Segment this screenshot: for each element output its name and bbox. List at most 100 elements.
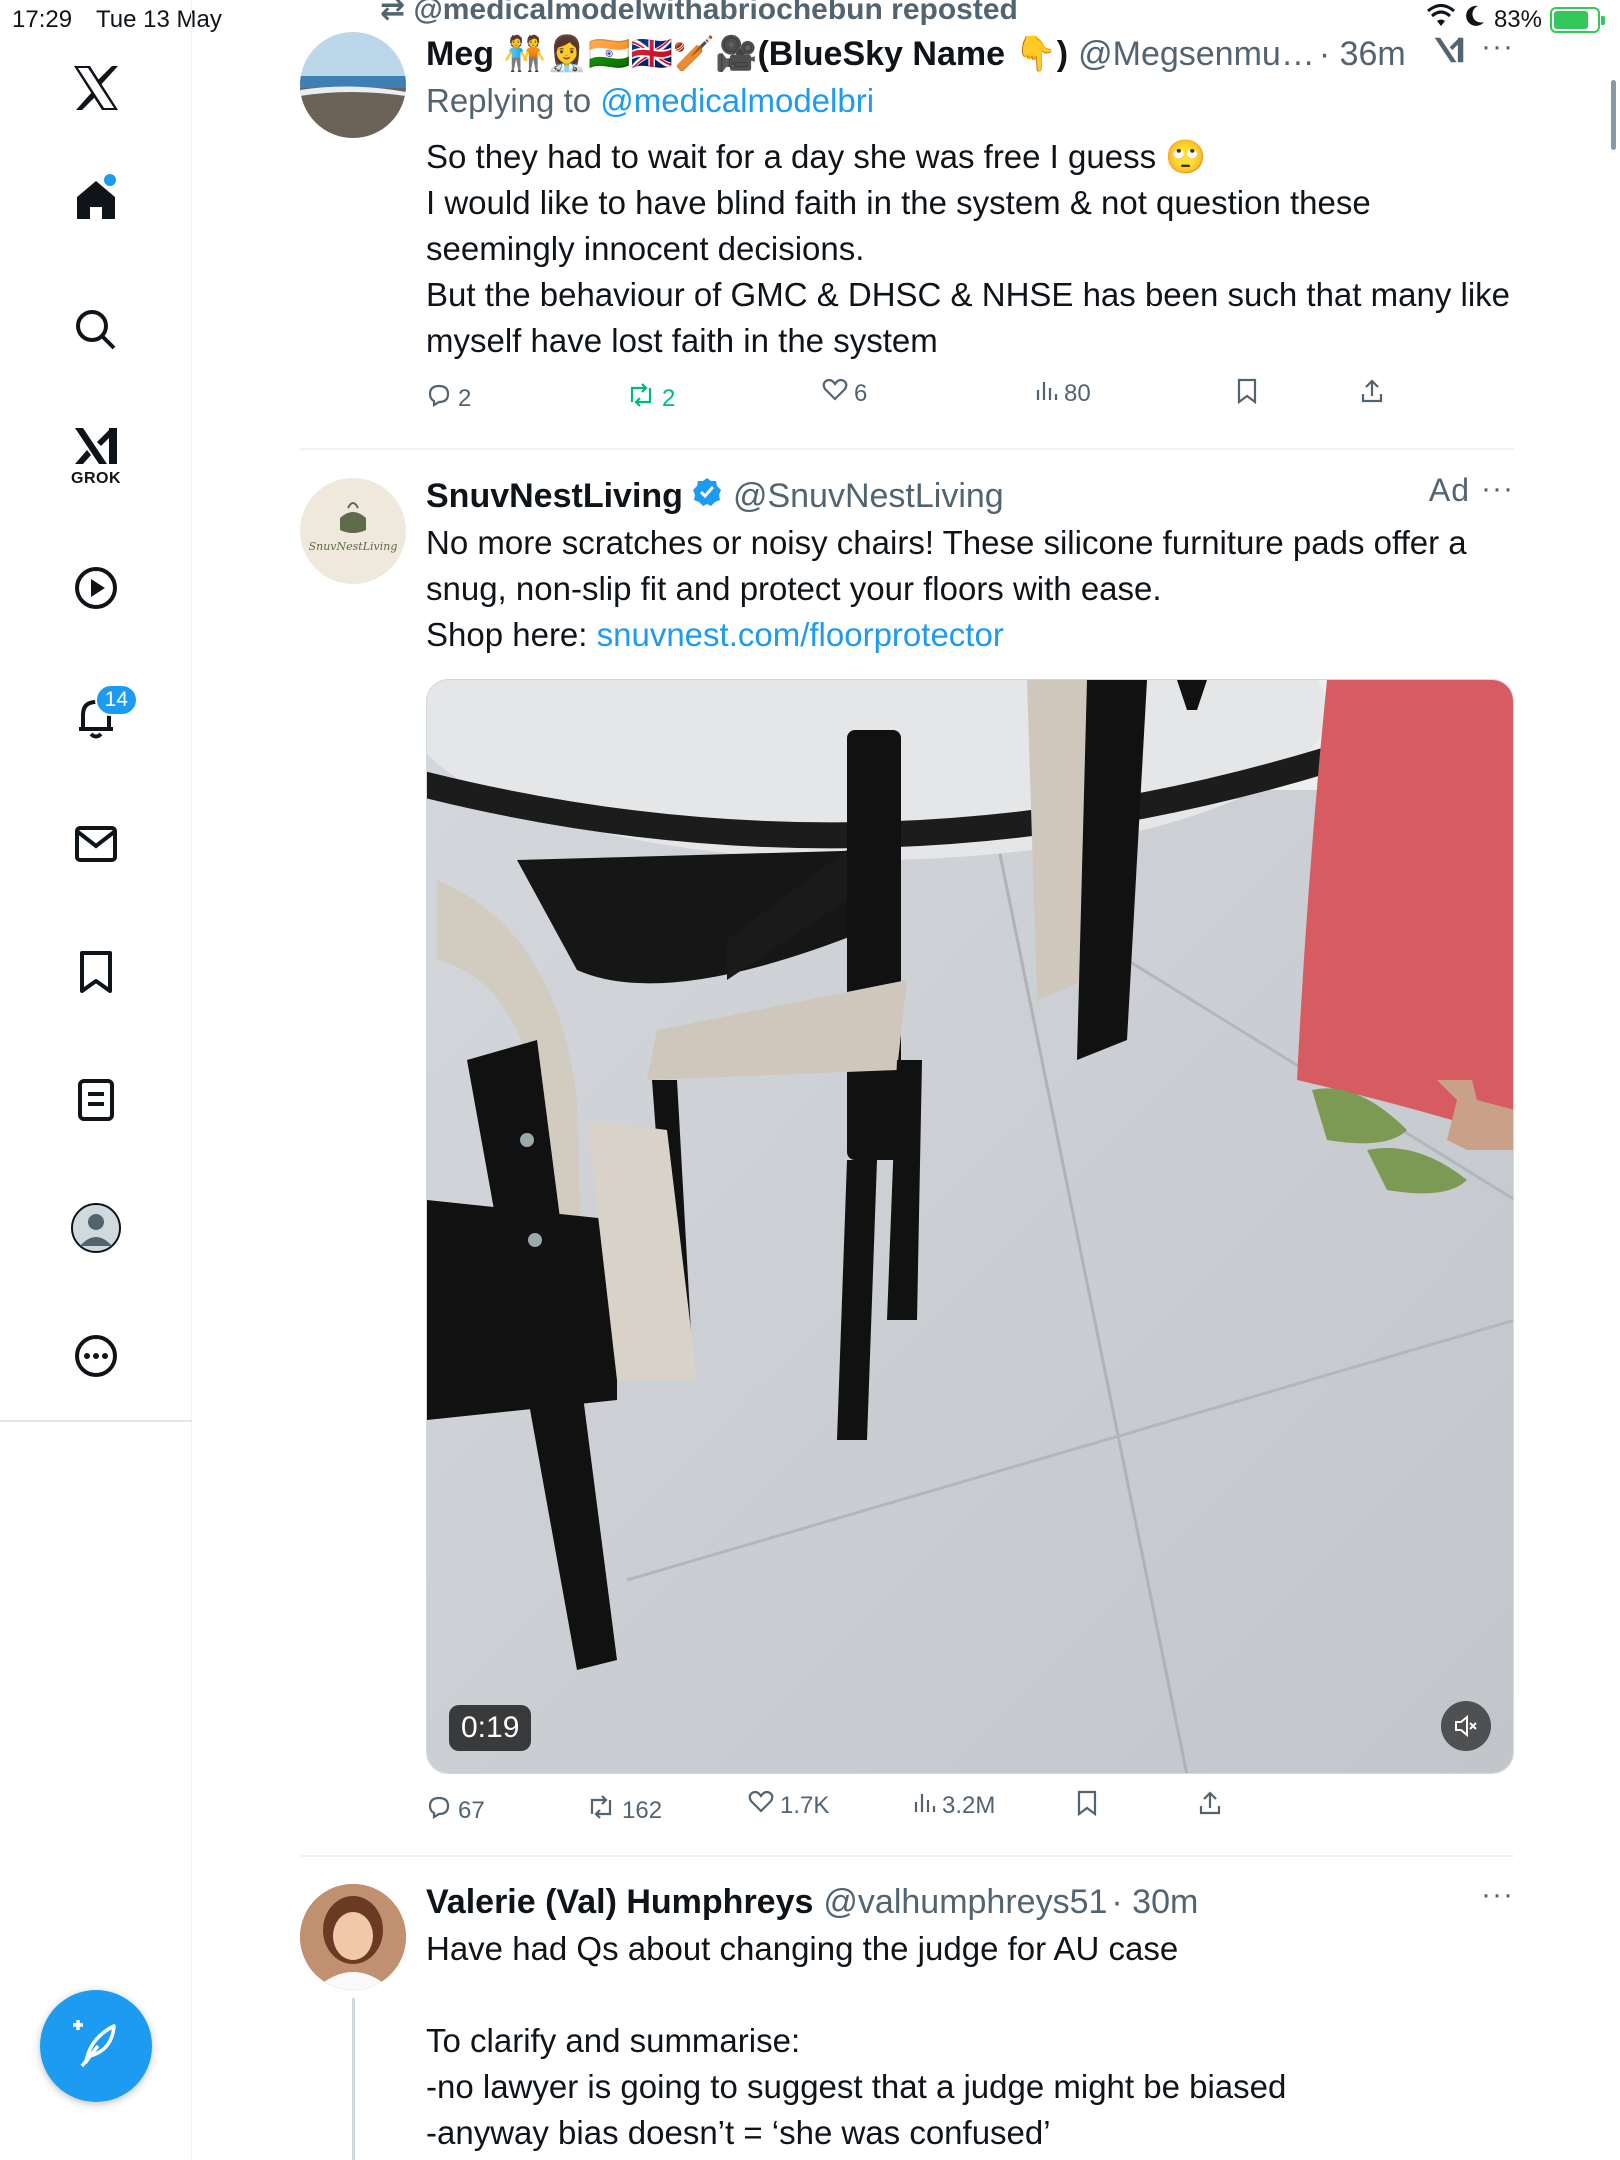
tweet-body: Valerie (Val) Humphreys @valhumphreys51 … [426,1878,1514,2156]
bookmark-button[interactable] [1076,1790,1098,1823]
more-options-icon[interactable]: ··· [1481,472,1514,506]
shop-label: Shop here: [426,616,597,653]
ad-video[interactable]: 0:19 [426,679,1514,1774]
grok-label: GROK [71,470,121,487]
tweet-time[interactable]: · 30m [1111,1883,1198,1922]
sidebar: GROK 14 [0,0,192,2160]
tweet-val-humphreys[interactable]: Valerie (Val) Humphreys @valhumphreys51 … [300,1878,1514,2160]
notification-badge: 14 [94,684,138,716]
compose-feather-icon [68,2016,124,2077]
timeline-feed: ⇄ @medicalmodelwithabriochebun reposted … [300,0,1514,2160]
views-button[interactable]: 80 [1034,378,1091,409]
play-icon [73,565,119,611]
more-circle-icon [73,1333,119,1379]
more-options-icon[interactable]: ··· [1481,30,1514,64]
tweet-separator [300,1855,1514,1857]
repost-banner: ⇄ @medicalmodelwithabriochebun reposted [380,0,1018,27]
repost-button[interactable]: 162 [586,1794,662,1827]
nav-messages[interactable] [46,806,146,882]
author-name[interactable]: Valerie (Val) Humphreys [426,1883,813,1922]
views-count: 3.2M [942,1791,996,1819]
ad-label: Ad [1428,472,1470,508]
like-count: 1.7K [780,1791,830,1819]
repost-button[interactable]: 2 [626,382,675,415]
author-handle[interactable]: @SnuvNestLiving [733,477,1004,516]
x-logo[interactable] [46,50,146,126]
tweet-body: Meg 🧑‍🤝‍🧑👩‍⚕️🇮🇳🇬🇧🏏🎥(BlueSky Name 👇) @Meg… [426,30,1514,412]
tweet-text: So they had to wait for a day she was fr… [426,134,1514,364]
share-button[interactable] [1198,1790,1222,1823]
battery-fill [1554,10,1589,29]
avatar-snuvnest[interactable]: SnuvNestLiving [300,478,406,584]
reply-count: 2 [458,384,472,412]
share-button[interactable] [1360,378,1384,411]
mail-icon [73,824,119,864]
author-name[interactable]: Meg 🧑‍🤝‍🧑👩‍⚕️🇮🇳🇬🇧🏏🎥(BlueSky Name 👇) [426,34,1068,74]
nav-home[interactable] [46,162,146,238]
reply-icon [426,382,452,415]
repost-count: 2 [662,384,676,412]
more-options-icon[interactable]: ··· [1481,1878,1514,1912]
profile-avatar-icon [70,1202,122,1254]
mute-button[interactable] [1441,1701,1491,1751]
tweet-time[interactable]: · 36m [1319,35,1406,74]
views-icon [1034,378,1058,409]
author-name[interactable]: SnuvNestLiving [426,477,683,516]
heart-icon [822,378,848,409]
reply-count: 67 [458,1796,485,1824]
scrollbar[interactable] [1611,80,1616,150]
speaker-muted-icon [1455,1714,1477,1738]
author-handle[interactable]: @Megsenmu… [1078,35,1315,74]
reply-icon [426,1794,452,1827]
compose-button[interactable] [40,1990,152,2102]
nav-lists[interactable] [46,1062,146,1138]
views-icon [912,1790,936,1821]
replying-to-link[interactable]: @medicalmodelbri [600,82,874,119]
tweet-text: Have had Qs about changing the judge for… [426,1926,1514,2156]
tweet-header: Valerie (Val) Humphreys @valhumphreys51 … [426,1878,1514,1926]
tweet-body: SnuvNestLiving @SnuvNestLiving Ad ··· No… [426,472,1514,658]
tweet-ad-snuvnest[interactable]: SnuvNestLiving SnuvNestLiving @SnuvNestL… [300,472,1514,1842]
tweet-line: No more scratches or noisy chairs! These… [426,524,1467,607]
nav-notifications[interactable]: 14 [46,680,146,756]
repost-count: 162 [622,1796,663,1824]
views-button[interactable]: 3.2M [912,1790,995,1821]
avatar-val[interactable] [300,1884,406,1990]
nav-profile[interactable] [46,1190,146,1266]
tweet-line: -anyway bias doesn’t = ‘she was confused… [426,2114,1051,2151]
like-button[interactable]: 1.7K [748,1790,829,1821]
nav-search[interactable] [46,292,146,368]
bookmark-icon [1076,1790,1098,1823]
video-frame [427,680,1513,1773]
tweet-meg[interactable]: Meg 🧑‍🤝‍🧑👩‍⚕️🇮🇳🇬🇧🏏🎥(BlueSky Name 👇) @Meg… [300,30,1514,450]
nav-video[interactable] [46,550,146,626]
like-button[interactable]: 6 [822,378,867,409]
repost-icon [586,1794,616,1827]
tweet-header: SnuvNestLiving @SnuvNestLiving [426,472,1514,520]
nav-more[interactable] [46,1318,146,1394]
reply-button[interactable]: 2 [426,382,471,415]
video-duration: 0:19 [449,1705,532,1751]
bookmark-button[interactable] [1236,378,1258,411]
tweet-actions: 2 2 6 80 [426,378,1514,422]
tweet-line: -no lawyer is going to suggest that a ju… [426,2068,1287,2105]
tweet-separator [300,448,1514,450]
reply-button[interactable]: 67 [426,1794,485,1827]
search-icon [74,308,118,352]
bookmark-icon [1236,378,1258,411]
nav-bookmarks[interactable] [46,934,146,1010]
avatar-meg[interactable] [300,32,406,138]
replying-label: Replying to [426,82,601,119]
like-count: 6 [854,379,868,407]
tweet-line: So they had to wait for a day she was fr… [426,138,1207,175]
avatar-logo-text: SnuvNestLiving [309,540,398,553]
tweet-text: No more scratches or noisy chairs! These… [426,520,1514,658]
repost-banner-text: @medicalmodelwithabriochebun reposted [413,0,1018,26]
share-icon [1360,378,1384,411]
author-handle[interactable]: @valhumphreys51 [823,1883,1107,1922]
unread-dot [104,174,116,186]
tweet-line: Have had Qs about changing the judge for… [426,1930,1179,1967]
nav-grok[interactable]: GROK [46,418,146,494]
grok-icon[interactable] [1432,35,1466,74]
shop-link[interactable]: snuvnest.com/floorprotector [597,616,1004,653]
